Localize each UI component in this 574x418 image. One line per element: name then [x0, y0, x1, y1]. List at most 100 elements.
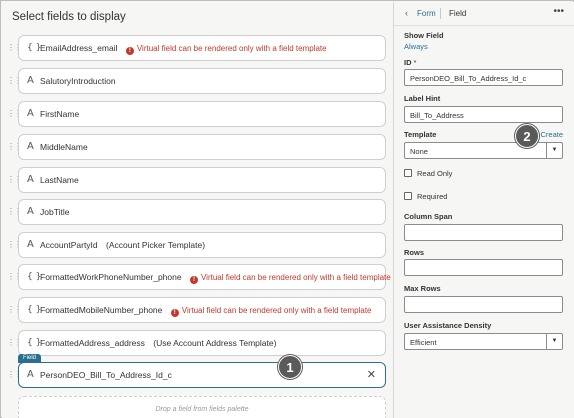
field-name: EmailAddress_email	[40, 43, 118, 53]
drag-handle-icon[interactable]: ⋮⋮	[7, 143, 22, 151]
field-card[interactable]: { } FormattedAddress_address (Use Accoun…	[18, 330, 386, 356]
template-note: (Account Picker Template)	[106, 240, 206, 250]
breadcrumb-form-link[interactable]: Form	[417, 9, 436, 18]
chevron-left-icon[interactable]: ‹	[405, 8, 408, 18]
breadcrumb-separator	[440, 8, 441, 19]
field-card[interactable]: A FirstName	[18, 101, 386, 127]
field-row[interactable]: ⋮⋮ A SalutoryIntroduction	[2, 68, 393, 94]
template-note: (Use Account Address Template)	[153, 338, 277, 348]
warning-message: ! Virtual field can be rendered only with…	[189, 273, 391, 284]
max-rows-input[interactable]	[404, 296, 563, 313]
field-row[interactable]: ⋮⋮ A MiddleName	[2, 134, 393, 160]
required-label: Required	[417, 192, 448, 201]
field-name: FirstName	[40, 109, 80, 119]
field-row[interactable]: ⋮⋮ { } FormattedWorkPhoneNumber_phone ! V…	[2, 264, 393, 290]
text-field-icon: A	[27, 239, 34, 250]
fields-panel: Select fields to display ⋮⋮ { } EmailAdd…	[2, 2, 393, 418]
id-input[interactable]: PersonDEO_Bill_To_Address_Id_c	[404, 69, 563, 86]
drop-zone[interactable]: Drop a field from fields palette	[18, 396, 386, 418]
field-name: FormattedWorkPhoneNumber_phone	[40, 272, 182, 282]
drag-handle-icon[interactable]: ⋮⋮	[7, 273, 22, 281]
properties-panel: ‹ Form Field ••• Show Field Always ID * P…	[394, 2, 574, 418]
template-select[interactable]: None ▼	[404, 142, 563, 159]
field-row[interactable]: ⋮⋮ A LastName	[2, 167, 393, 193]
field-row[interactable]: ⋮⋮ A FirstName	[2, 101, 393, 127]
field-row[interactable]: ⋮⋮ { } EmailAddress_email ! Virtual field…	[2, 35, 393, 61]
error-icon: !	[189, 276, 198, 284]
selected-field-card[interactable]: A PersonDEO_Bill_To_Address_Id_c ✕	[18, 362, 386, 388]
template-select-value: None	[410, 147, 428, 156]
drag-handle-icon[interactable]: ⋮⋮	[7, 306, 22, 314]
error-icon: !	[170, 309, 179, 317]
template-create-link[interactable]: Create	[540, 130, 563, 139]
field-name: LastName	[40, 175, 79, 185]
warning-message: ! Virtual field can be rendered only with…	[125, 44, 327, 55]
id-label: ID *	[404, 58, 417, 67]
more-options-icon[interactable]: •••	[553, 6, 564, 17]
rows-input[interactable]	[404, 259, 563, 276]
required-indicator: *	[413, 58, 417, 67]
column-span-input[interactable]	[404, 224, 563, 241]
field-card[interactable]: A LastName	[18, 167, 386, 193]
text-field-icon: A	[27, 75, 34, 86]
density-select-value: Efficient	[410, 338, 437, 347]
field-name: FormattedAddress_address	[40, 338, 145, 348]
text-field-icon: A	[27, 108, 34, 119]
chevron-down-icon[interactable]: ▼	[546, 334, 562, 349]
required-checkbox[interactable]	[404, 192, 412, 200]
field-row[interactable]: ⋮⋮ A AccountPartyId (Account Picker Temp…	[2, 232, 393, 258]
panel-title: Select fields to display	[12, 11, 126, 23]
drag-handle-icon[interactable]: ⋮⋮	[7, 371, 22, 379]
callout-badge-1: 1	[278, 355, 302, 379]
error-icon: !	[125, 47, 134, 55]
field-card[interactable]: { } FormattedMobileNumber_phone ! Virtual…	[18, 297, 386, 323]
chevron-down-icon[interactable]: ▼	[546, 143, 562, 158]
label-hint-label: Label Hint	[404, 94, 441, 103]
text-field-icon: A	[27, 141, 34, 152]
field-card[interactable]: { } FormattedWorkPhoneNumber_phone ! Virt…	[18, 264, 391, 290]
selected-field-row[interactable]: ⋮⋮ Field A PersonDEO_Bill_To_Address_Id_…	[2, 354, 393, 390]
field-card[interactable]: A JobTitle	[18, 199, 386, 225]
drag-handle-icon[interactable]: ⋮⋮	[7, 339, 22, 347]
breadcrumb-current: Field	[449, 9, 467, 18]
field-row[interactable]: ⋮⋮ { } FormattedAddress_address (Use Acc…	[2, 330, 393, 356]
field-name: JobTitle	[40, 207, 70, 217]
field-card[interactable]: A AccountPartyId (Account Picker Templat…	[18, 232, 386, 258]
field-card[interactable]: A SalutoryIntroduction	[18, 68, 386, 94]
read-only-label: Read Only	[417, 169, 453, 178]
text-field-icon: A	[27, 206, 34, 217]
label-hint-input[interactable]: Bill_To_Address	[404, 106, 563, 123]
max-rows-label: Max Rows	[404, 284, 441, 293]
rows-label: Rows	[404, 248, 425, 257]
field-name: FormattedMobileNumber_phone	[40, 305, 163, 315]
density-select[interactable]: Efficient ▼	[404, 333, 563, 350]
read-only-checkbox[interactable]	[404, 169, 412, 177]
field-name: SalutoryIntroduction	[40, 76, 116, 86]
drag-handle-icon[interactable]: ⋮⋮	[7, 176, 22, 184]
field-name: MiddleName	[40, 142, 88, 152]
field-card[interactable]: A MiddleName	[18, 134, 386, 160]
drag-handle-icon[interactable]: ⋮⋮	[7, 241, 22, 249]
column-span-label: Column Span	[404, 212, 453, 221]
field-row[interactable]: ⋮⋮ A JobTitle	[2, 199, 393, 225]
field-name: PersonDEO_Bill_To_Address_Id_c	[40, 370, 172, 380]
remove-field-close-icon[interactable]: ✕	[367, 368, 376, 381]
drag-handle-icon[interactable]: ⋮⋮	[7, 44, 22, 52]
properties-header: ‹ Form Field •••	[394, 2, 574, 26]
show-field-value-link[interactable]: Always	[404, 42, 428, 51]
field-row[interactable]: ⋮⋮ { } FormattedMobileNumber_phone ! Virt…	[2, 297, 393, 323]
density-label: User Assistance Density	[404, 321, 492, 330]
field-card[interactable]: { } EmailAddress_email ! Virtual field ca…	[18, 35, 386, 61]
text-field-icon: A	[27, 174, 34, 185]
app-frame: Select fields to display ⋮⋮ { } EmailAdd…	[0, 0, 574, 418]
template-label: Template	[404, 130, 437, 139]
show-field-label: Show Field	[404, 31, 444, 40]
drag-handle-icon[interactable]: ⋮⋮	[7, 77, 22, 85]
drag-handle-icon[interactable]: ⋮⋮	[7, 208, 22, 216]
warning-message: ! Virtual field can be rendered only with…	[170, 306, 372, 317]
text-field-icon: A	[27, 369, 34, 380]
callout-badge-2: 2	[515, 124, 539, 148]
drag-handle-icon[interactable]: ⋮⋮	[7, 110, 22, 118]
field-name: AccountPartyId	[40, 240, 98, 250]
drop-hint: Drop a field from fields palette	[155, 406, 249, 413]
